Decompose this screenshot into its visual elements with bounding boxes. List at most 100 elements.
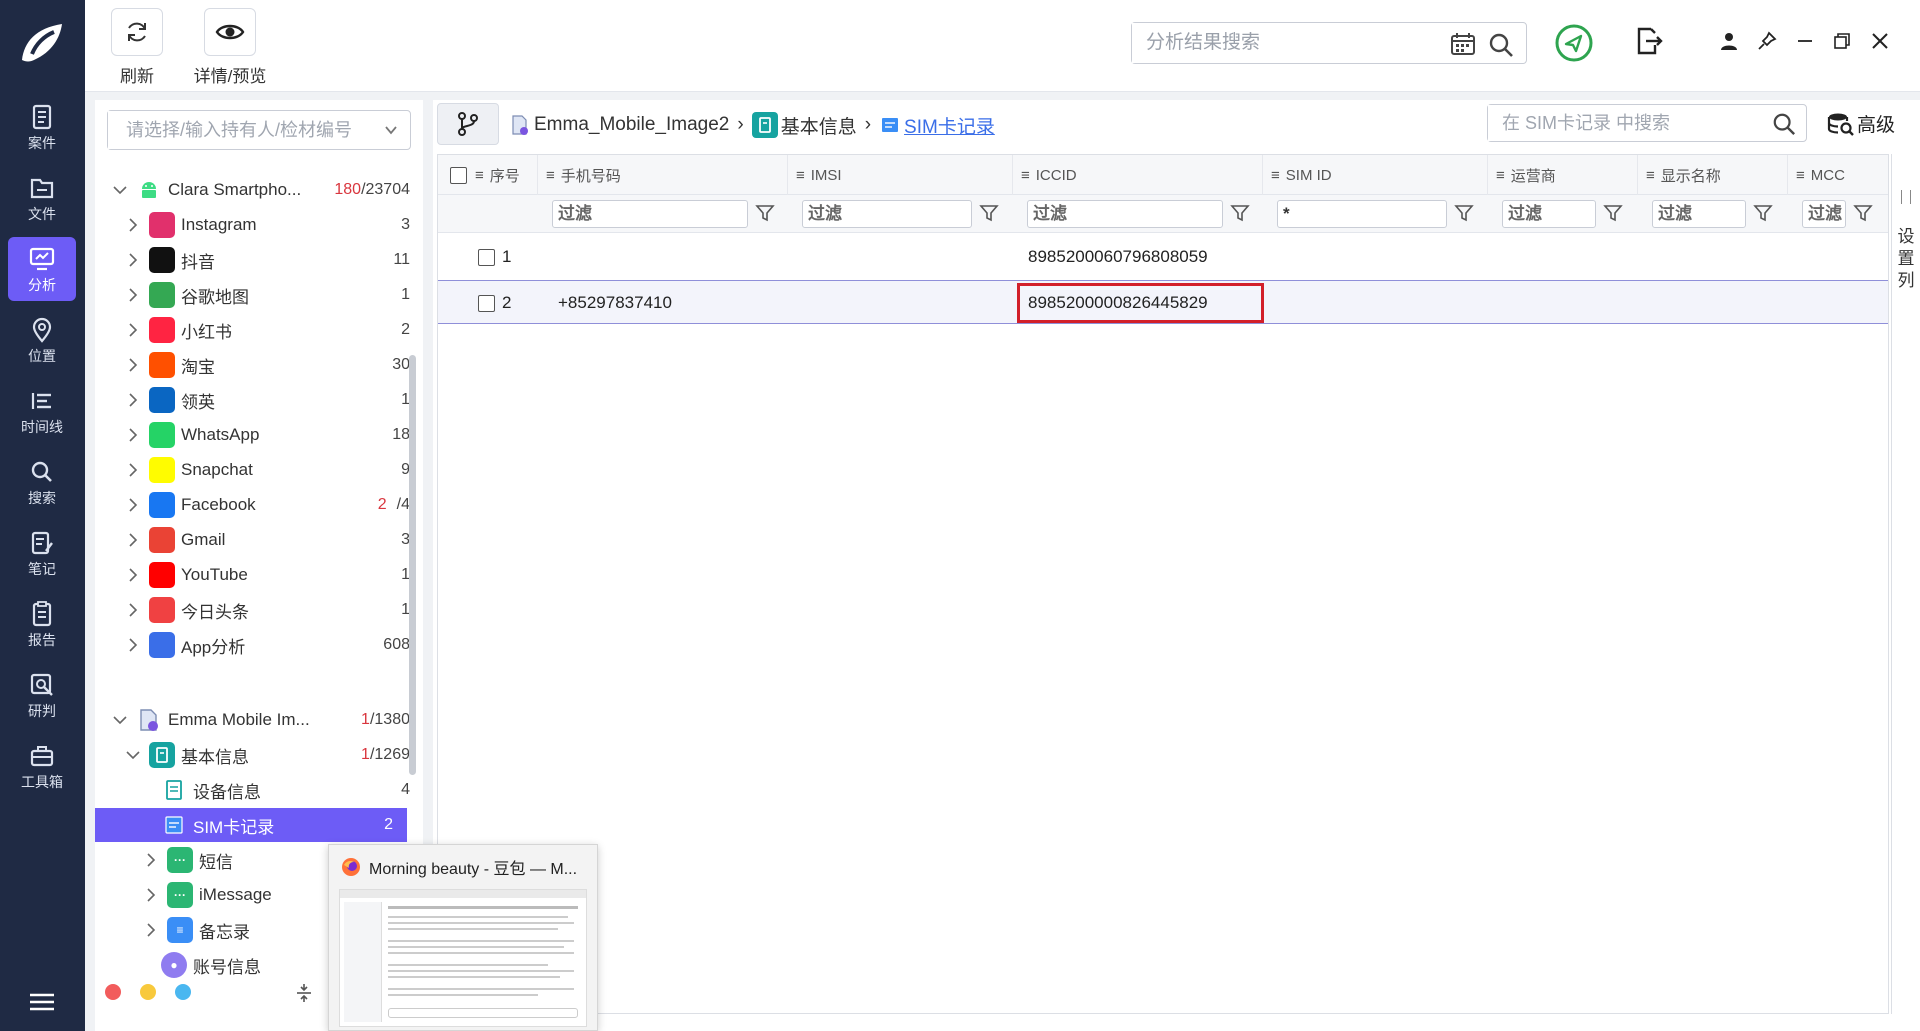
column-menu-icon[interactable]: ≡	[1496, 167, 1505, 184]
row-checkbox[interactable]	[478, 294, 495, 312]
tree-sim-card-record[interactable]: SIM卡记录 2	[95, 808, 407, 842]
filter-display-name-input[interactable]	[1652, 200, 1746, 228]
chevron-right-icon[interactable]	[123, 565, 143, 585]
user-button[interactable]	[1712, 24, 1746, 58]
tree-imessage[interactable]: ··· iMessage	[141, 878, 341, 912]
tree-app-item[interactable]: Facebook 2/4	[123, 488, 410, 522]
tree-app-item[interactable]: Gmail 3	[123, 523, 410, 557]
tree-sms[interactable]: ··· 短信	[141, 843, 341, 877]
nav-note[interactable]: 笔记	[8, 521, 76, 585]
holder-select[interactable]	[107, 110, 411, 150]
yellow-dot-icon[interactable]	[140, 984, 156, 1000]
search-icon[interactable]	[1772, 112, 1796, 136]
chevron-right-icon[interactable]	[141, 920, 161, 940]
column-header-no[interactable]: ≡ 序号	[438, 155, 538, 195]
collapse-all-icon[interactable]	[295, 982, 313, 1004]
breadcrumb-category[interactable]: 基本信息	[781, 112, 857, 139]
tree-device-clara[interactable]: Clara Smartpho... 180/23704	[110, 173, 410, 207]
tree-app-item[interactable]: Snapchat 9	[123, 453, 410, 487]
taskbar-window-preview[interactable]: Morning beauty - 豆包 — M...	[328, 844, 598, 1031]
nav-location[interactable]: 位置	[8, 308, 76, 372]
chevron-down-icon[interactable]	[110, 710, 130, 730]
close-button[interactable]	[1863, 24, 1897, 58]
blue-dot-icon[interactable]	[175, 984, 191, 1000]
chevron-right-icon[interactable]	[123, 530, 143, 550]
chevron-right-icon[interactable]	[123, 635, 143, 655]
column-menu-icon[interactable]: ≡	[796, 167, 805, 184]
column-menu-icon[interactable]: ≡	[475, 167, 484, 184]
nav-search[interactable]: 搜索	[8, 450, 76, 514]
breadcrumb-device[interactable]: Emma_Mobile_Image2	[534, 114, 729, 136]
tree-app-item[interactable]: 领英 1	[123, 383, 410, 417]
nav-timeline[interactable]: 时间线	[8, 379, 76, 443]
global-search-input[interactable]	[1132, 23, 1432, 63]
hamburger-menu-icon[interactable]	[28, 990, 56, 1014]
search-icon[interactable]	[1488, 32, 1514, 58]
nav-toolbox[interactable]: 工具箱	[8, 734, 76, 798]
chevron-right-icon[interactable]	[123, 600, 143, 620]
tree-basic-info[interactable]: 基本信息 1/1269	[123, 738, 410, 772]
holder-select-input[interactable]	[108, 111, 368, 149]
column-menu-icon[interactable]: ≡	[1021, 167, 1030, 184]
tree-app-item[interactable]: 谷歌地图 1	[123, 278, 410, 312]
row-checkbox[interactable]	[478, 248, 495, 266]
detail-preview-button[interactable]: 详情/预览	[175, 8, 285, 87]
pin-button[interactable]	[1750, 24, 1784, 58]
table-row[interactable]: 1 8985200060796808059	[438, 235, 1888, 279]
chevron-right-icon[interactable]	[141, 850, 161, 870]
filter-simid-input[interactable]	[1277, 200, 1447, 228]
column-header-mcc[interactable]: ≡ MCC	[1788, 155, 1888, 195]
tree-app-item[interactable]: 小红书 2	[123, 313, 410, 347]
chevron-right-icon[interactable]	[123, 425, 143, 445]
tree-app-item[interactable]: 抖音 11	[123, 243, 410, 277]
nav-report[interactable]: 报告	[8, 592, 76, 656]
column-header-iccid[interactable]: ≡ ICCID	[1013, 155, 1263, 195]
export-button[interactable]	[1631, 24, 1665, 58]
minimize-button[interactable]	[1788, 24, 1822, 58]
chevron-down-icon[interactable]	[110, 180, 130, 200]
chevron-down-icon[interactable]	[123, 745, 143, 765]
tree-app-item[interactable]: App分析 608	[123, 628, 410, 662]
cell-iccid[interactable]: 8985200060796808059	[1028, 235, 1208, 279]
column-header-display-name[interactable]: ≡ 显示名称	[1638, 155, 1788, 195]
filter-phone-input[interactable]	[552, 200, 748, 228]
filter-funnel-icon[interactable]	[1603, 203, 1623, 223]
calendar-icon[interactable]	[1450, 32, 1476, 56]
tree-account[interactable]: ● 账号信息	[161, 948, 341, 982]
restore-button[interactable]	[1825, 24, 1859, 58]
nav-judge[interactable]: 研判	[8, 663, 76, 727]
chevron-right-icon[interactable]	[141, 885, 161, 905]
chevron-right-icon[interactable]	[123, 355, 143, 375]
chevron-right-icon[interactable]	[123, 495, 143, 515]
tree-app-item[interactable]: WhatsApp 18	[123, 418, 410, 452]
tree-device-info[interactable]: 设备信息 4	[161, 773, 410, 807]
module-search[interactable]	[1487, 104, 1807, 142]
tree-app-item[interactable]: YouTube 1	[123, 558, 410, 592]
chevron-right-icon[interactable]	[123, 390, 143, 410]
nav-case[interactable]: 案件	[8, 95, 76, 159]
advanced-search-button[interactable]: 高级	[1827, 110, 1895, 137]
filter-funnel-icon[interactable]	[1454, 203, 1474, 223]
chevron-right-icon[interactable]	[123, 285, 143, 305]
chevron-right-icon[interactable]	[123, 215, 143, 235]
breadcrumb-current[interactable]: SIM卡记录	[904, 112, 995, 139]
refresh-button[interactable]: 刷新	[111, 8, 163, 87]
nav-file[interactable]: 文件	[8, 166, 76, 230]
tree-app-item[interactable]: 淘宝 30	[123, 348, 410, 382]
tree-scrollbar[interactable]	[409, 355, 416, 775]
red-dot-icon[interactable]	[105, 984, 121, 1000]
column-header-imsi[interactable]: ≡ IMSI	[788, 155, 1013, 195]
chevron-right-icon[interactable]	[123, 250, 143, 270]
nav-analysis[interactable]: 分析	[8, 237, 76, 301]
chevron-right-icon[interactable]	[123, 320, 143, 340]
tree-memo[interactable]: ≡ 备忘录	[141, 913, 341, 947]
select-all-checkbox[interactable]	[450, 166, 467, 184]
filter-funnel-icon[interactable]	[755, 203, 775, 223]
column-menu-icon[interactable]: ≡	[1271, 167, 1280, 184]
tree-device-emma[interactable]: Emma Mobile Im... 1/1380	[110, 703, 410, 737]
column-header-simid[interactable]: ≡ SIM ID	[1263, 155, 1488, 195]
column-menu-icon[interactable]: ≡	[546, 167, 555, 184]
branch-button[interactable]	[437, 103, 499, 145]
chevron-right-icon[interactable]	[123, 460, 143, 480]
sync-status-button[interactable]	[1553, 22, 1595, 64]
